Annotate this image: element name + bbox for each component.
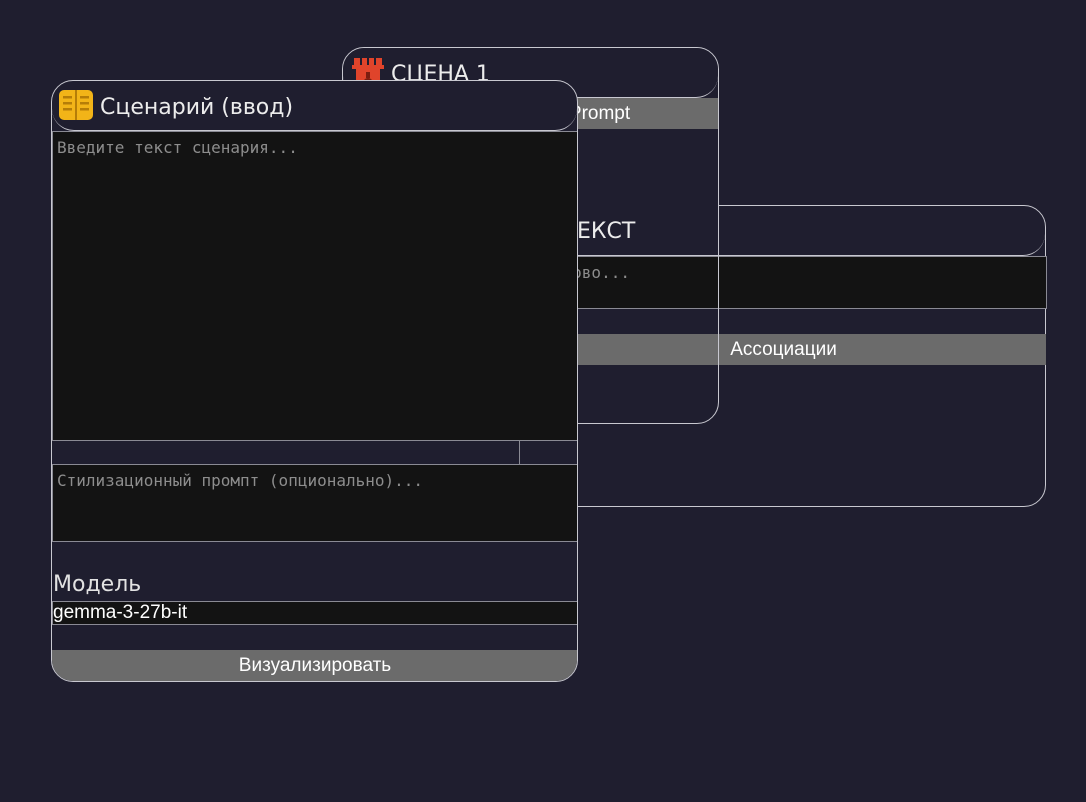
resize-divider[interactable] (519, 440, 520, 464)
script-text-input[interactable]: Введите текст сценария... (52, 131, 577, 441)
style-prompt-input[interactable]: Стилизационный промпт (опционально)... (52, 465, 577, 542)
model-label: Модель (53, 572, 142, 597)
script-node-title: Сценарий (ввод) (100, 95, 294, 120)
script-node-header[interactable]: Сценарий (ввод) (52, 81, 577, 131)
resize-strip (52, 440, 577, 465)
visualize-button[interactable]: Визуализировать (52, 650, 577, 681)
script-node: Сценарий (ввод) Введите текст сценария..… (51, 80, 578, 682)
open-book-icon (57, 86, 95, 124)
model-select[interactable]: gemma-3-27b-it (52, 601, 577, 625)
